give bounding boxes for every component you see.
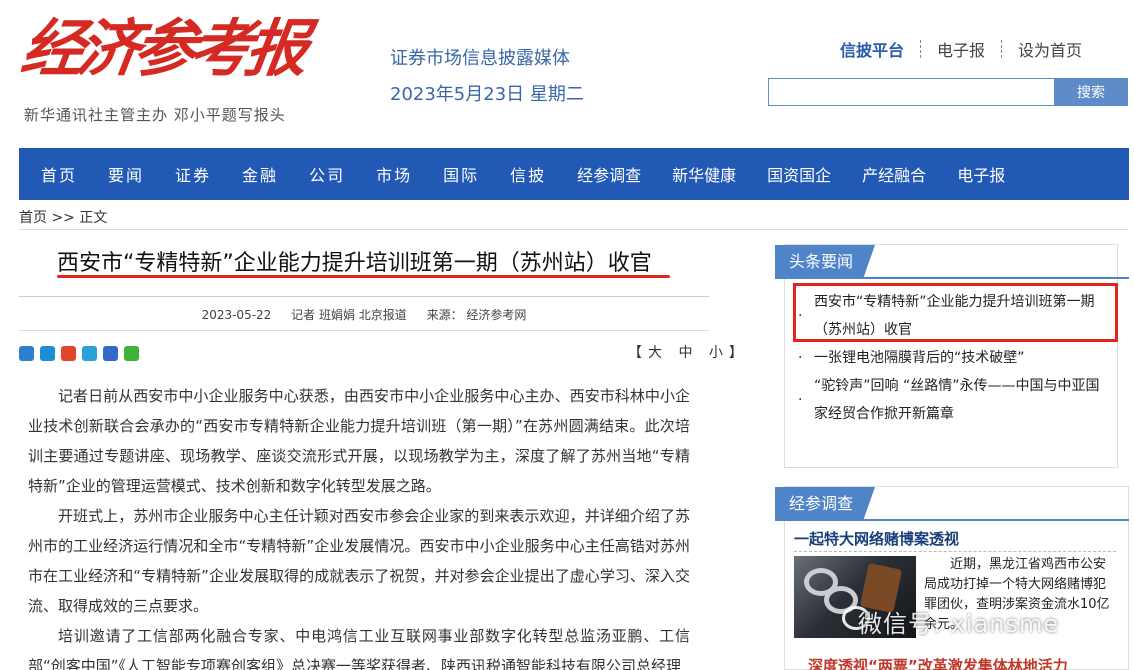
tencent-weibo-icon[interactable]	[82, 346, 97, 361]
investigation-headline[interactable]: 一起特大网络赌博案透视	[794, 528, 959, 549]
bullet-icon: ·	[798, 392, 803, 408]
next-investigation-headline[interactable]: 深度透视“两票”改革激发集体林地活力	[808, 655, 1068, 670]
divider	[19, 229, 1129, 230]
site-slogan: 证券市场信息披露媒体	[390, 48, 570, 69]
nav-finance[interactable]: 金融	[242, 162, 278, 186]
main-nav: 首页 要闻 证券 金融 公司 市场 国际 信披 经参调查 新华健康 国资国企 产…	[19, 148, 1129, 200]
wechat-watermark: 微信号: xiansme	[858, 610, 1060, 638]
nav-e-paper[interactable]: 电子报	[957, 162, 1005, 186]
nav-investigation[interactable]: 经参调查	[577, 162, 641, 186]
font-size-control[interactable]: 【大 中 小】	[628, 342, 749, 362]
divider	[19, 296, 709, 297]
breadcrumb-separator: >>	[51, 210, 75, 226]
set-homepage-link[interactable]: 设为首页	[1002, 37, 1098, 61]
logo-subtitle: 新华通讯社主管主办 邓小平题写报头	[24, 106, 286, 124]
site-logo[interactable]: 经济参考报	[17, 12, 307, 85]
article-reporter: 记者 班娟娟 北京报道	[291, 308, 407, 322]
headline-link[interactable]: 一张锂电池隔膜背后的“技术破壁”	[814, 350, 1025, 366]
nav-health[interactable]: 新华健康	[672, 162, 736, 186]
headline-highlight-box	[793, 283, 1118, 342]
nav-disclosure[interactable]: 信披	[510, 162, 546, 186]
renren-icon[interactable]	[103, 346, 118, 361]
breadcrumb: 首页 >> 正文	[19, 207, 107, 227]
investigation-header: 经参调查	[775, 487, 875, 521]
article-paragraph: 培训邀请了工信部两化融合专家、中电鸿信工业互联网事业部数字化转型总监汤亚鹏、工信…	[28, 627, 690, 670]
nav-soe[interactable]: 国资国企	[767, 162, 831, 186]
bullet-icon: ·	[798, 350, 803, 366]
wechat-icon[interactable]	[124, 346, 139, 361]
search-input[interactable]	[768, 78, 1054, 106]
search-button[interactable]: 搜索	[1054, 78, 1128, 106]
article-title: 西安市“专精特新”企业能力提升培训班第一期（苏州站）收官	[57, 251, 652, 276]
divider	[794, 551, 1116, 552]
qzone-icon[interactable]	[40, 346, 55, 361]
current-date: 2023年5月23日 星期二	[390, 84, 584, 105]
top-links: 信披平台 电子报 设为首页	[824, 37, 1098, 61]
divider	[19, 330, 709, 331]
headline-item[interactable]: · 一张锂电池隔膜背后的“技术破壁”	[796, 344, 1106, 372]
headline-link[interactable]: “驼铃声”回响 “丝路情”永传——中国与中亚国家经贸合作掀开新篇章	[814, 378, 1099, 422]
nav-home[interactable]: 首页	[41, 162, 77, 186]
disclosure-platform-link[interactable]: 信披平台	[824, 37, 920, 61]
nav-securities[interactable]: 证券	[175, 162, 211, 186]
nav-market[interactable]: 市场	[376, 162, 412, 186]
nav-industry[interactable]: 产经融合	[862, 162, 926, 186]
nav-headlines[interactable]: 要闻	[108, 162, 144, 186]
article-source: 来源： 经济参考网	[426, 308, 527, 322]
article-body: 记者日前从西安市中小企业服务中心获悉，由西安市中小企业服务中心主办、西安市科林中…	[28, 381, 690, 670]
e-paper-link[interactable]: 电子报	[921, 37, 1001, 61]
nav-international[interactable]: 国际	[443, 162, 479, 186]
article-meta: 2023-05-22 记者 班娟娟 北京报道 来源： 经济参考网	[19, 306, 709, 323]
share-more-icon[interactable]	[19, 346, 34, 361]
title-highlight-underline	[57, 275, 670, 278]
nav-companies[interactable]: 公司	[309, 162, 345, 186]
article-paragraph: 记者日前从西安市中小企业服务中心获悉，由西安市中小企业服务中心主办、西安市科林中…	[28, 387, 690, 495]
article-date: 2023-05-22	[201, 308, 272, 322]
search-bar: 搜索	[768, 78, 1128, 106]
breadcrumb-current: 正文	[79, 210, 108, 226]
breadcrumb-home[interactable]: 首页	[19, 210, 47, 226]
article-paragraph: 开班式上，苏州市企业服务中心主任计颖对西安市参会企业家的到来表示欢迎，并详细介绍…	[28, 507, 690, 615]
share-bar	[19, 346, 139, 361]
weibo-icon[interactable]	[61, 346, 76, 361]
headlines-header: 头条要闻	[775, 245, 875, 279]
headline-item[interactable]: · “驼铃声”回响 “丝路情”永传——中国与中亚国家经贸合作掀开新篇章	[796, 372, 1106, 428]
